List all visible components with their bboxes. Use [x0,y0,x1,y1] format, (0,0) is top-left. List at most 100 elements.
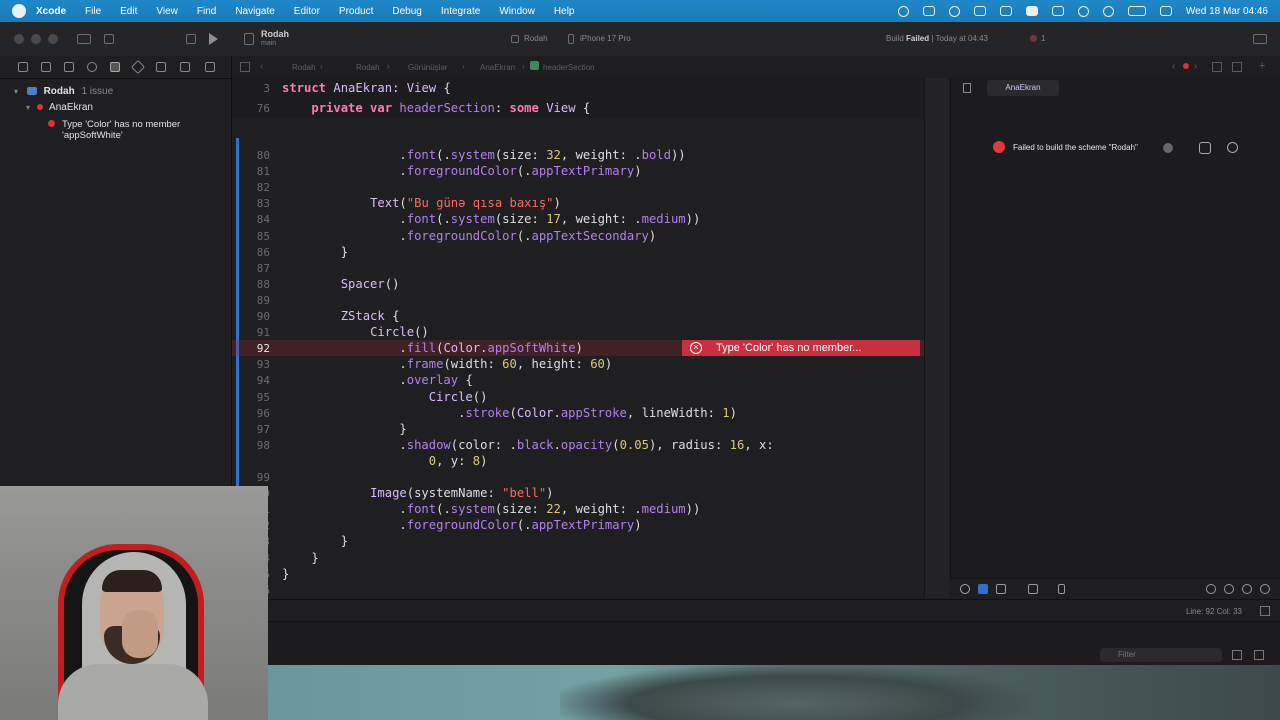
code-text[interactable]: Spacer() [282,277,400,291]
line-number[interactable]: 82 [232,181,270,194]
live-preview-icon[interactable] [960,584,970,594]
debug-icon[interactable] [156,62,166,72]
code-text[interactable]: } [282,422,406,436]
menu-view[interactable]: View [156,6,178,17]
line-number[interactable]: 80 [232,149,270,162]
battery-icon[interactable] [1127,6,1146,16]
related-items-icon[interactable] [240,62,250,72]
zoom-100-icon[interactable] [1242,584,1252,594]
minimize-window-button[interactable] [31,34,41,44]
line-number[interactable]: 91 [232,326,270,339]
add-editor-icon[interactable]: + [1259,60,1265,72]
menu-find[interactable]: Find [197,6,216,17]
code-text[interactable]: .foregroundColor(.appTextSecondary) [282,229,656,243]
minimap[interactable] [924,78,949,598]
line-number[interactable]: 89 [232,294,270,307]
menu-edit[interactable]: Edit [120,6,137,17]
code-text[interactable]: .foregroundColor(.appTextPrimary) [282,518,641,532]
breadcrumb-0[interactable]: Rodah [292,63,316,72]
info-icon[interactable] [1163,143,1173,153]
line-number[interactable]: 88 [232,278,270,291]
code-text[interactable]: .font(.system(size: 17, weight: .medium)… [282,212,700,226]
issue-indicator-icon[interactable] [1183,63,1189,69]
zoom-out-icon[interactable] [1206,584,1216,594]
menu-help[interactable]: Help [554,6,575,17]
project-title[interactable]: Rodah [261,29,289,39]
retry-icon[interactable] [1227,142,1238,153]
console-view-icon[interactable] [1254,650,1264,660]
report-icon[interactable] [205,62,215,72]
prev-issue-icon[interactable]: ‹ [1172,61,1175,72]
menu-editor[interactable]: Editor [294,6,320,17]
menu-file[interactable]: File [85,6,101,17]
test-diamond-icon[interactable] [130,59,146,75]
variants-icon[interactable] [996,584,1006,594]
menu-app-name[interactable]: Xcode [36,6,66,17]
assistant-icon[interactable] [104,34,114,44]
control-center-icon[interactable] [1159,6,1172,16]
line-number[interactable]: 94 [232,374,270,387]
zoom-window-button[interactable] [48,34,58,44]
code-text[interactable]: Circle() [282,325,429,339]
broadcast-icon[interactable] [1051,6,1064,16]
device-selector[interactable]: iPhone 17 Pro [580,34,631,43]
code-text[interactable]: .overlay { [282,373,472,387]
breadcrumb-4[interactable]: headerSection [543,63,595,72]
code-text[interactable]: .font(.system(size: 22, weight: .medium)… [282,502,700,516]
stop-icon[interactable] [186,34,196,44]
canvas-options-icon[interactable] [1232,62,1242,72]
code-text[interactable]: } [282,245,348,259]
apple-icon[interactable] [12,4,26,18]
issue-warning-icon[interactable] [110,62,120,72]
preview-tab[interactable]: AnaEkran [987,80,1059,96]
pin-icon[interactable] [963,83,971,93]
breadcrumb-2[interactable]: Görünüşlər [408,63,448,72]
zoom-in-icon[interactable] [1260,584,1270,594]
debug-area-toggle-icon[interactable] [1260,606,1270,616]
code-text[interactable]: Text("Bu günə qısa baxış") [282,196,561,210]
refresh-icon[interactable] [1212,62,1222,72]
line-number[interactable]: 97 [232,423,270,436]
menu-navigate[interactable]: Navigate [235,6,274,17]
source-editor[interactable]: 3 struct AnaEkran: View { 76 private var… [232,78,924,598]
issue-item[interactable]: Type 'Color' has no member 'appSoftWhite… [48,119,180,141]
code-text[interactable]: .stroke(Color.appStroke, lineWidth: 1) [282,406,737,420]
camera-icon[interactable] [1025,6,1038,16]
menu-window[interactable]: Window [499,6,535,17]
next-issue-icon[interactable]: › [1194,61,1197,72]
code-text[interactable]: Circle() [282,390,488,404]
code-text[interactable]: .font(.system(size: 32, weight: .bold)) [282,148,685,162]
device-settings-icon[interactable] [1028,584,1038,594]
selectable-mode-icon[interactable] [978,584,988,594]
bookmark-icon[interactable] [64,62,74,72]
line-number[interactable]: 96 [232,407,270,420]
close-window-button[interactable] [14,34,24,44]
code-text[interactable]: .shadow(color: .black.opacity(0.05), rad… [282,438,773,452]
code-text[interactable]: } [282,534,348,548]
issue-file-row[interactable]: ▾ AnaEkran [26,102,93,113]
line-number[interactable]: 99 [232,471,270,484]
code-text[interactable]: ZStack { [282,309,400,323]
code-text[interactable]: 0, y: 8) [282,454,488,468]
line-number[interactable]: 95 [232,391,270,404]
line-number[interactable]: 81 [232,165,270,178]
code-text[interactable]: .frame(width: 60, height: 60) [282,357,612,371]
screen-icon[interactable] [973,6,986,16]
line-number[interactable]: 85 [232,230,270,243]
filter-field[interactable]: Filter [1100,648,1222,662]
code-text[interactable]: .fill(Color.appSoftWhite) [282,341,583,355]
code-text[interactable]: } [282,551,318,565]
code-text[interactable]: } [282,567,289,581]
line-number[interactable]: 92 [232,342,270,355]
source-control-icon[interactable] [41,62,51,72]
line-number[interactable]: 98 [232,439,270,452]
pen-icon[interactable] [922,6,935,16]
play-circle-icon[interactable] [1077,5,1089,17]
cloud-icon[interactable] [948,5,960,17]
code-text[interactable]: Image(systemName: "bell") [282,486,553,500]
breadcrumb-3[interactable]: AnaEkran [480,63,515,72]
line-number[interactable]: 90 [232,310,270,323]
menu-debug[interactable]: Debug [392,6,421,17]
zoom-fit-icon[interactable] [1224,584,1234,594]
error-bubble[interactable]: × Type 'Color' has no member... [682,340,920,356]
